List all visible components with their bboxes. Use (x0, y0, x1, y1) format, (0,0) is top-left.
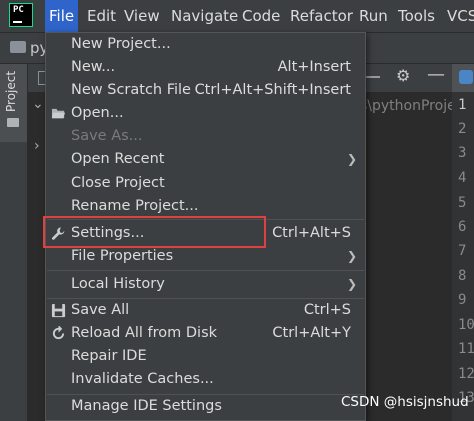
line-number: 4 (458, 170, 467, 186)
line-number: 10 (458, 317, 474, 333)
line-number: 12 (458, 366, 474, 382)
menu-item-file-properties[interactable]: File Properties ❯ (46, 245, 365, 268)
menu-item-close-project[interactable]: Close Project (46, 172, 365, 195)
menu-item-open[interactable]: Open... (46, 102, 365, 125)
line-number: 2 (458, 121, 467, 137)
project-folder-icon (7, 118, 19, 127)
python-file-icon (459, 70, 473, 84)
menu-item-label: Close Project (71, 175, 165, 191)
menu-item-label: Rename Project... (71, 198, 199, 214)
shortcut-label: Ctrl+Alt+Y (272, 325, 351, 341)
chevron-right-icon[interactable]: › (34, 138, 40, 154)
menu-item-label: Local History (71, 276, 165, 292)
project-tab-label: Project (4, 70, 18, 112)
menu-item-new[interactable]: New... Alt+Insert (46, 56, 365, 79)
menu-item-label: Open... (71, 105, 124, 121)
submenu-arrow-icon: ❯ (346, 152, 357, 166)
menu-run[interactable]: Run (355, 0, 392, 32)
menu-item-label: Save All (71, 302, 130, 318)
chevron-down-icon[interactable]: ⌄ (32, 96, 44, 112)
project-path: s\pythonProje (360, 98, 456, 114)
menu-item-label: New Project... (71, 36, 171, 52)
line-number: 11 (458, 341, 474, 357)
menu-item-label: Save As... (71, 128, 143, 144)
menu-separator (47, 270, 364, 271)
menu-tools[interactable]: Tools (394, 0, 439, 32)
gear-icon[interactable]: ⚙ (396, 66, 410, 85)
line-number: 7 (458, 243, 467, 259)
menu-item-new-scratch-file[interactable]: New Scratch File Ctrl+Alt+Shift+Insert (46, 79, 365, 102)
shortcut-label: Ctrl+Alt+S (272, 225, 351, 241)
menu-item-repair-ide[interactable]: Repair IDE (46, 345, 365, 368)
menu-item-label: Invalidate Caches... (71, 371, 214, 387)
refresh-icon (52, 326, 65, 340)
minimize-icon[interactable]: — (427, 64, 445, 85)
shortcut-label: Alt+Insert (277, 59, 351, 75)
line-number: 3 (458, 145, 467, 161)
menu-item-label: New... (71, 59, 116, 75)
line-number: 9 (458, 292, 467, 308)
menu-item-save-all[interactable]: Save All Ctrl+S (46, 299, 365, 322)
menu-code[interactable]: Code (238, 0, 284, 32)
menu-refactor[interactable]: Refactor (286, 0, 357, 32)
menu-item-open-recent[interactable]: Open Recent ❯ (46, 148, 365, 171)
menu-item-new-project[interactable]: New Project... (46, 33, 365, 56)
highlight-annotation (43, 216, 266, 248)
shortcut-label: Ctrl+Alt+Shift+Insert (194, 82, 351, 98)
shortcut-label: Ctrl+S (303, 302, 351, 318)
menu-item-label: Reload All from Disk (71, 325, 218, 341)
menu-item-reload-all[interactable]: Reload All from Disk Ctrl+Alt+Y (46, 322, 365, 345)
menu-view[interactable]: View (120, 0, 164, 32)
menu-navigate[interactable]: Navigate (167, 0, 242, 32)
menu-file[interactable]: File (45, 0, 79, 32)
menu-item-label: Repair IDE (71, 348, 147, 364)
menu-item-rename-project[interactable]: Rename Project... (46, 195, 365, 218)
menu-item-label: File Properties (71, 248, 174, 264)
menu-item-label: Manage IDE Settings (71, 398, 222, 414)
menu-edit[interactable]: Edit (83, 0, 120, 32)
line-number: 5 (458, 195, 467, 211)
line-number: 1 (458, 97, 467, 113)
menu-item-manage-ide-settings[interactable]: Manage IDE Settings (46, 395, 365, 418)
line-number: 6 (458, 219, 467, 235)
menu-item-save-as[interactable]: Save As... (46, 125, 365, 148)
line-number: 8 (458, 268, 467, 284)
menu-item-label: New Scratch File (71, 82, 191, 98)
menu-item-invalidate-caches[interactable]: Invalidate Caches... (46, 368, 365, 391)
save-icon (51, 303, 66, 318)
pycharm-logo-icon: PC (9, 3, 33, 27)
submenu-arrow-icon: ❯ (346, 277, 357, 291)
menu-bar: PC File Edit View Navigate Code Refactor… (0, 0, 474, 33)
menu-item-local-history[interactable]: Local History ❯ (46, 273, 365, 296)
watermark: CSDN @hsisjnshud (341, 394, 469, 410)
menu-vcs[interactable]: VCS (443, 0, 474, 32)
folder-open-icon (51, 108, 66, 119)
submenu-arrow-icon: ❯ (346, 249, 357, 263)
menu-item-label: Open Recent (71, 151, 165, 167)
folder-icon (10, 41, 26, 53)
